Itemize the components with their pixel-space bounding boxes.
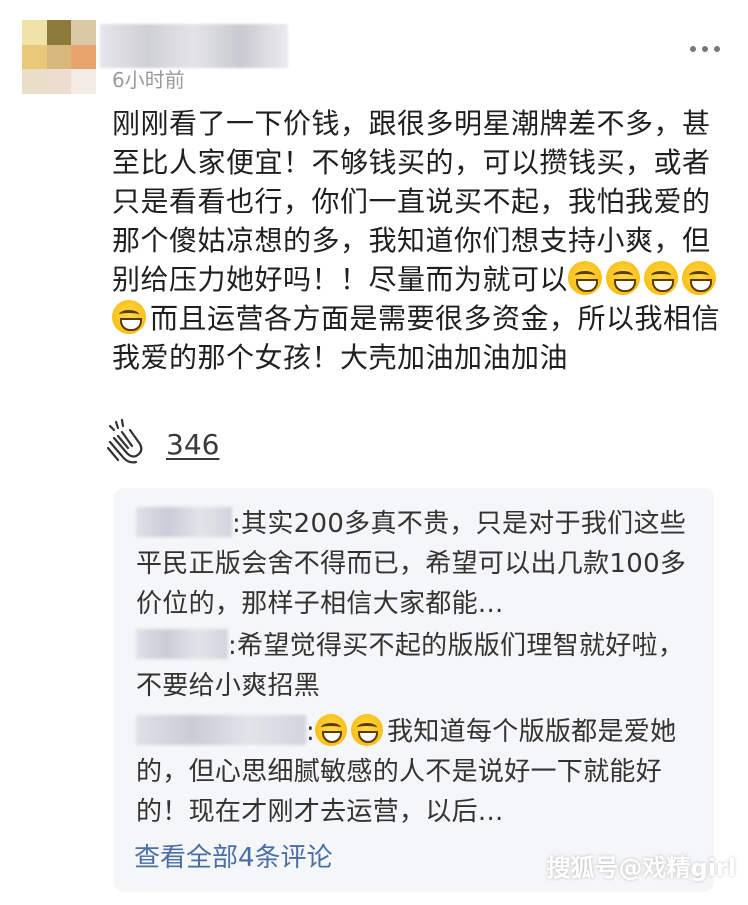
avatar[interactable] <box>22 20 96 94</box>
reply-item[interactable]: : 我知道每个版版都是爱她的，但心思细腻敏感的人不是说好一下就能好的！现在才刚才去… <box>136 712 706 832</box>
reply-item[interactable]: :希望觉得买不起的版版们理智就好啦，不要给小爽招黑 <box>136 626 706 706</box>
view-all-replies-link[interactable]: 查看全部4条评论 <box>134 837 333 874</box>
clapping-hands-icon[interactable] <box>100 418 150 470</box>
grinning-face-emoji <box>568 261 603 295</box>
reply-username-blurred[interactable] <box>136 507 232 537</box>
replies-panel: :其实200多真不贵，只是对于我们这些平民正版会舍不得而已，希望可以出几款100… <box>114 488 714 892</box>
grinning-face-emoji <box>606 261 641 295</box>
reply-username-blurred[interactable] <box>136 715 306 745</box>
reply-username-blurred[interactable] <box>136 629 228 659</box>
grinning-face-emoji <box>644 261 679 295</box>
watermark: 搜狐号@戏精girl <box>546 854 736 882</box>
grinning-face-emoji <box>315 714 348 746</box>
reply-colon: : <box>306 717 316 747</box>
like-row: 346 <box>100 418 219 470</box>
username-blurred[interactable] <box>100 24 288 68</box>
comment-text-part2: 而且运营各方面是需要很多资金，所以我相信我爱的那个女孩！大壳加油加油加油 <box>112 302 721 374</box>
grinning-face-emoji <box>351 714 384 746</box>
reply-item[interactable]: :其实200多真不贵，只是对于我们这些平民正版会舍不得而已，希望可以出几款100… <box>136 504 706 624</box>
more-options-icon[interactable] <box>690 46 720 52</box>
comment-body: 刚刚看了一下价钱，跟很多明星潮牌差不多，甚至比人家便宜！不够钱买的，可以攒钱买，… <box>112 104 732 377</box>
grinning-face-emoji <box>682 261 717 295</box>
grinning-face-emoji <box>112 300 146 334</box>
like-count[interactable]: 346 <box>166 428 219 461</box>
comment-timestamp: 6小时前 <box>112 68 185 92</box>
